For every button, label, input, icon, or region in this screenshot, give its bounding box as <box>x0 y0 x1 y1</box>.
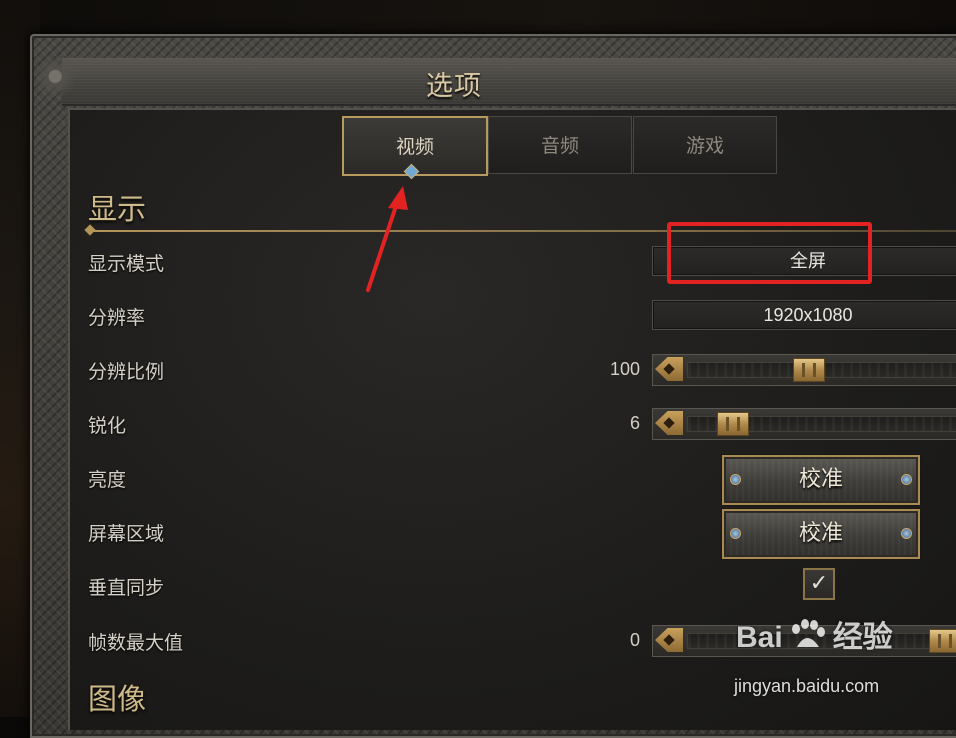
tab-audio[interactable]: 音频 <box>488 116 632 174</box>
highlight-box <box>667 222 872 284</box>
label-max-fps: 帧数最大值 <box>88 632 184 654</box>
label-display-mode: 显示模式 <box>88 253 165 275</box>
resolution-scale-slider[interactable] <box>652 354 956 386</box>
watermark-brand-right: 经验 <box>832 621 893 654</box>
slider-decrease-icon[interactable] <box>655 628 683 652</box>
slider-decrease-icon[interactable] <box>655 411 683 435</box>
label-resolution: 分辨率 <box>88 307 146 329</box>
label-resolution-scale: 分辨比例 <box>88 361 165 383</box>
background-top <box>0 0 956 34</box>
window-title: 选项 <box>426 71 482 102</box>
baidu-watermark: Bai 经验 <box>736 612 893 656</box>
tab-game[interactable]: 游戏 <box>633 116 777 174</box>
resolution-scale-value: 100 <box>609 359 640 379</box>
title-bar: 选项 <box>62 58 956 106</box>
slider-thumb[interactable] <box>793 358 826 382</box>
gem-icon <box>730 528 741 539</box>
button-label: 校准 <box>798 467 843 492</box>
button-label: 校准 <box>798 521 843 546</box>
sharpening-slider[interactable] <box>652 408 956 440</box>
section-title-image: 图像 <box>88 682 147 716</box>
slider-thumb[interactable] <box>716 412 749 436</box>
max-fps-value: 0 <box>629 630 640 650</box>
brightness-calibrate-button[interactable]: 校准 <box>722 455 920 505</box>
section-title-display: 显示 <box>88 192 147 226</box>
ornament-icon <box>36 58 100 104</box>
slider-thumb[interactable] <box>929 629 956 653</box>
slider-decrease-icon[interactable] <box>655 357 683 381</box>
sharpening-value: 6 <box>629 413 640 433</box>
paw-logo-icon <box>791 619 825 647</box>
label-brightness: 亮度 <box>88 469 127 491</box>
watermark-brand-left: Bai <box>736 621 783 654</box>
resolution-select[interactable]: 1920x1080 <box>652 300 956 330</box>
label-vsync: 垂直同步 <box>88 577 165 599</box>
watermark-url: jingyan.baidu.com <box>734 676 880 696</box>
gem-icon <box>730 474 741 485</box>
annotation-arrow-icon <box>366 186 408 292</box>
vsync-checkbox[interactable]: ✓ <box>803 568 835 600</box>
label-sharpening: 锐化 <box>88 415 127 437</box>
gem-icon <box>901 474 912 485</box>
label-screen-area: 屏幕区域 <box>88 523 165 545</box>
gem-icon <box>901 528 912 539</box>
screen-area-calibrate-button[interactable]: 校准 <box>722 509 920 559</box>
checkmark-icon: ✓ <box>809 571 829 596</box>
